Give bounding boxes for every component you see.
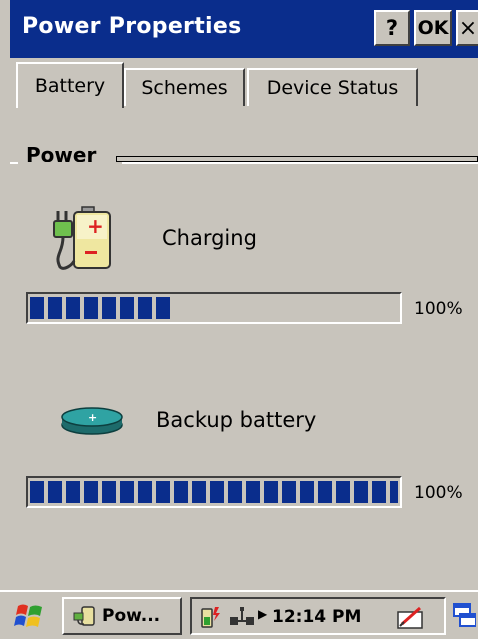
- main-battery-level-fill: [30, 297, 170, 319]
- battery-plug-icon: +: [53, 206, 111, 270]
- tab-divider-gap: [18, 162, 122, 164]
- battery-charging-icon[interactable]: [200, 605, 222, 629]
- svg-text:+: +: [88, 411, 97, 424]
- power-properties-window: Power Properties ? OK × Battery Schemes …: [10, 0, 478, 590]
- input-panel-icon[interactable]: [396, 604, 424, 630]
- tray-expand-icon[interactable]: ▶: [258, 607, 267, 621]
- help-button[interactable]: ?: [374, 10, 410, 46]
- main-battery-percent: 100%: [414, 299, 463, 319]
- windows-flag-icon[interactable]: [14, 602, 46, 630]
- power-group-separator: [116, 156, 478, 162]
- backup-battery-label: Backup battery: [156, 408, 317, 432]
- title-bar: Power Properties ? OK ×: [10, 0, 478, 58]
- clock[interactable]: 12:14 PM: [272, 607, 361, 627]
- coin-cell-icon: +: [61, 407, 123, 435]
- show-desktop-icon[interactable]: [452, 602, 476, 630]
- window-title: Power Properties: [22, 14, 242, 39]
- backup-battery-percent: 100%: [414, 483, 463, 503]
- close-button[interactable]: ×: [456, 10, 478, 46]
- taskbar-power-properties-button[interactable]: Pow...: [62, 597, 182, 635]
- ok-button[interactable]: OK: [414, 10, 452, 46]
- svg-text:+: +: [87, 214, 104, 238]
- taskbar-task-label: Pow...: [102, 606, 161, 626]
- backup-battery-level-fill: [30, 481, 398, 503]
- power-properties-icon: [73, 606, 95, 626]
- tab-battery[interactable]: Battery: [16, 62, 124, 108]
- tab-device-status[interactable]: Device Status: [247, 68, 418, 106]
- main-battery-level-bar: [26, 292, 402, 324]
- backup-battery-level-bar: [26, 476, 402, 508]
- tab-schemes[interactable]: Schemes: [124, 68, 245, 106]
- taskbar: Pow... ▶ 12:14 PM: [0, 590, 478, 639]
- tab-strip: Battery Schemes Device Status: [10, 58, 478, 164]
- notification-tray: ▶ 12:14 PM: [190, 597, 446, 635]
- network-icon[interactable]: [228, 605, 256, 629]
- charging-status: Charging: [162, 226, 257, 250]
